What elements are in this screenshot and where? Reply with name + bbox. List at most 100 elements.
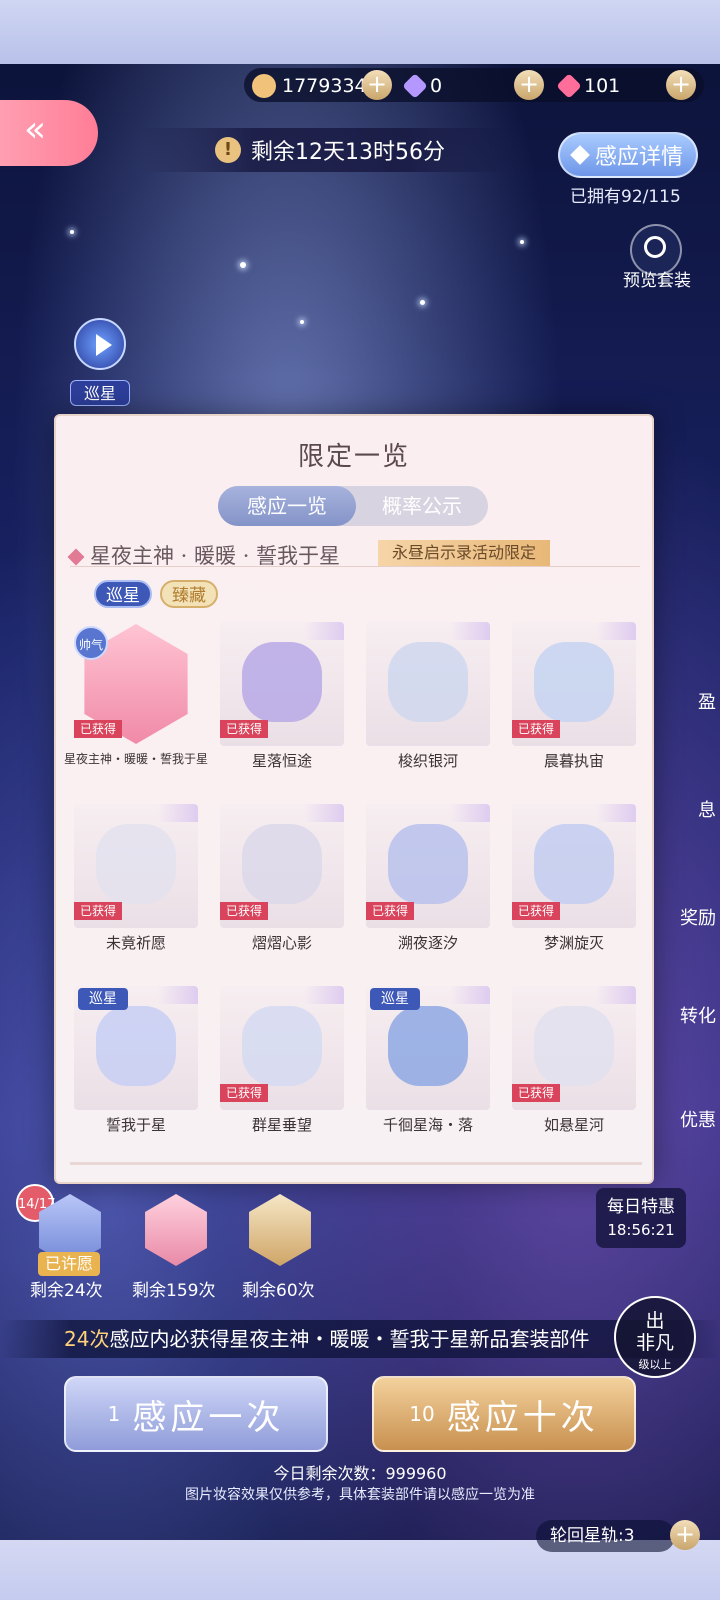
cat-coin-icon <box>252 74 276 98</box>
daily-deal-button[interactable]: 每日特惠 18:56:21 <box>596 1188 686 1248</box>
item-card[interactable]: 梭织银河 <box>366 622 494 798</box>
obtained-tag: 已获得 <box>74 720 123 738</box>
item-card[interactable]: 已获得 星落恒途 <box>220 622 348 798</box>
tab-probability[interactable]: 概率公示 <box>356 486 488 526</box>
item-name: 誓我于星 <box>105 1116 166 1134</box>
side-menu-item[interactable]: 转化 <box>650 1002 720 1028</box>
reward-character[interactable] <box>244 1194 316 1266</box>
tab-induction-list[interactable]: 感应一览 <box>218 486 356 526</box>
detail-button[interactable]: 感应详情 <box>558 132 698 178</box>
clothing-icon <box>388 642 468 722</box>
rarity-corner <box>304 804 344 822</box>
side-menu-item[interactable]: 盈 <box>650 688 720 714</box>
pull-ten-button[interactable]: 10 感应十次 <box>372 1376 636 1452</box>
special-badge-sub: 级以上 <box>638 1358 672 1371</box>
add-pink-gem-button[interactable]: + <box>666 70 696 100</box>
item-card[interactable]: 已获得 未竟祈愿 <box>74 804 202 980</box>
clothing-icon <box>242 642 322 722</box>
diamond-icon <box>570 145 590 165</box>
item-card[interactable]: 已获得 梦渊旋灭 <box>512 804 640 980</box>
clothing-icon <box>388 1006 468 1086</box>
reward-portrait[interactable] <box>140 1194 212 1266</box>
pull-ten-label: 感应十次 <box>446 1397 599 1438</box>
special-badge-line2: 非凡 <box>635 1332 674 1354</box>
item-card[interactable]: 已获得 熠熠心影 <box>220 804 348 980</box>
purple-gem-currency: 0 <box>402 72 442 100</box>
patrol-label: 巡星 <box>70 380 130 406</box>
diamond-bullet-icon <box>67 548 85 566</box>
daily-deal-title: 每日特惠 <box>607 1197 675 1217</box>
countdown-text: 剩余12天13时56分 <box>251 140 445 165</box>
obtained-tag: 已获得 <box>220 720 269 738</box>
patrol-badge: 巡星 <box>94 580 152 608</box>
add-purple-gem-button[interactable]: + <box>514 70 544 100</box>
item-card[interactable]: 已获得溯夜逐汐 <box>366 804 494 980</box>
guarantee-banner: 24次感应内必获得星夜主神・暖暖・誓我于星新品套装部件 <box>0 1320 720 1358</box>
pull-once-button[interactable]: 1 感应一次 <box>64 1376 328 1452</box>
clothing-icon <box>96 824 176 904</box>
divider <box>70 566 640 567</box>
remain-count: 剩余24次 <box>30 1281 103 1301</box>
item-name: 如悬星河 <box>543 1116 604 1134</box>
gold-amount: 1779334 <box>282 75 367 97</box>
item-card[interactable]: 已获得 晨暮执宙 <box>512 622 640 798</box>
rarity-corner <box>596 986 636 1004</box>
rarity-corner <box>596 622 636 640</box>
side-menu-item[interactable]: 息 <box>650 796 720 822</box>
rarity-corner <box>158 804 198 822</box>
star-decoration <box>70 230 74 234</box>
purple-diamond-icon <box>402 73 428 99</box>
rarity-corner <box>304 622 344 640</box>
pull-once-label: 感应一次 <box>132 1397 285 1438</box>
pull-ten-count: 10 <box>409 1402 435 1426</box>
item-thumbnail: 已获得 <box>512 804 636 928</box>
remain-count: 剩余60次 <box>242 1281 315 1301</box>
add-cycle-button[interactable]: + <box>670 1520 700 1550</box>
side-menu-item[interactable]: 奖励 <box>650 904 720 930</box>
item-name: 熠熠心影 <box>251 934 312 952</box>
preview-suit-label: 预览套装 <box>623 271 691 291</box>
modal-title: 限定一览 <box>297 442 410 472</box>
daily-deal-timer: 18:56:21 <box>607 1221 675 1239</box>
item-thumbnail: 已获得 <box>220 804 344 928</box>
clothing-icon <box>388 824 468 904</box>
item-card[interactable]: 已获得 如悬星河 <box>512 986 640 1162</box>
exclamation-icon: ! <box>215 137 241 163</box>
remain-count: 剩余159次 <box>132 1281 216 1301</box>
item-thumbnail: 已获得 <box>366 804 490 928</box>
rarity-corner <box>158 986 198 1004</box>
clothing-icon <box>242 1006 322 1086</box>
item-name: 溯夜逐汐 <box>397 934 458 952</box>
obtained-tag: 已获得 <box>512 720 561 738</box>
item-card[interactable]: 巡星誓我于星 <box>74 986 202 1162</box>
clothing-icon <box>534 824 614 904</box>
rarity-corner <box>450 804 490 822</box>
guarantee-text: 感应内必获得星夜主神・暖暖・誓我于星新品套装部件 <box>109 1327 590 1351</box>
rarity-corner <box>450 622 490 640</box>
item-card[interactable]: 巡星 千徊星海・落 <box>366 986 494 1162</box>
pink-gem-amount: 101 <box>584 75 621 97</box>
clothing-icon <box>96 1006 176 1086</box>
top-banner-strip <box>0 0 720 64</box>
detail-button-label: 感应详情 <box>594 145 683 170</box>
item-name: 千徊星海・落 <box>382 1116 473 1134</box>
item-thumbnail: 帅气 已获得 <box>74 622 198 746</box>
limited-tag: 永昼启示录活动限定 <box>378 540 551 566</box>
obtained-tag: 已获得 <box>512 902 561 920</box>
add-gold-button[interactable]: + <box>362 70 392 100</box>
obtained-tag: 已获得 <box>220 1084 269 1102</box>
item-thumbnail: 已获得 <box>220 622 344 746</box>
rarity-corner <box>450 986 490 1004</box>
item-thumbnail: 巡星 <box>74 986 198 1110</box>
item-card[interactable]: 已获得 群星垂望 <box>220 986 348 1162</box>
back-button[interactable]: « <box>0 100 98 166</box>
item-card[interactable]: 帅气 已获得 星夜主神・暖暖・誓我于星 <box>64 622 208 798</box>
obtained-tag: 已获得 <box>366 902 415 920</box>
pink-gem-currency: 101 <box>556 72 621 100</box>
side-menu-item[interactable]: 优惠 <box>650 1106 720 1132</box>
patrol-tag: 巡星 <box>78 988 128 1010</box>
star-decoration <box>420 300 425 305</box>
play-video-button[interactable] <box>74 318 126 370</box>
portrait-icon <box>145 1194 207 1266</box>
today-remaining: 今日剩余次数：999960 <box>273 1464 447 1483</box>
